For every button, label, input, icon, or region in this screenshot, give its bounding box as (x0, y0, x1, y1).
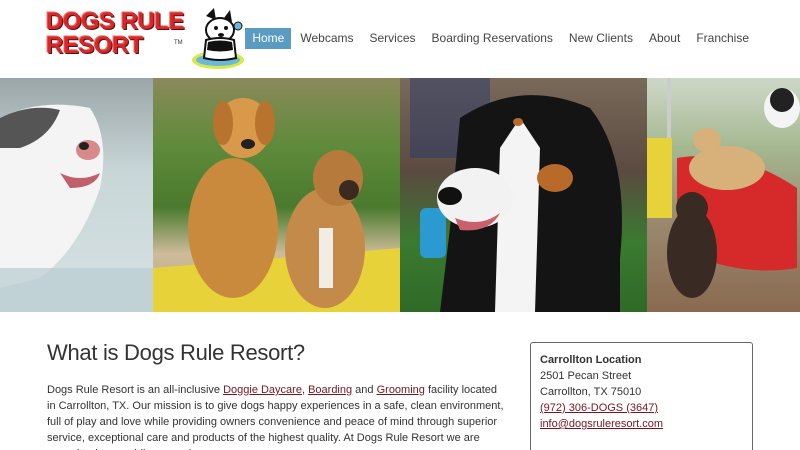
phone-link[interactable]: (972) 306-DOGS (3647) (540, 402, 658, 414)
nav-about[interactable]: About (642, 28, 687, 49)
site-logo[interactable]: DOGS RULE RESORT TM (46, 6, 246, 72)
logo-line-1: DOGS RULE (46, 8, 185, 35)
nav-franchise[interactable]: Franchise (689, 28, 756, 49)
logo-line-2: RESORT (46, 32, 144, 59)
grooming-link[interactable]: Grooming (377, 384, 425, 396)
doggie-daycare-link[interactable]: Doggie Daycare (223, 384, 302, 396)
boarding-link[interactable]: Boarding (308, 384, 352, 396)
logo-wordmark: DOGS RULE RESORT (46, 10, 186, 58)
intro-text-1: Dogs Rule Resort is an all-inclusive (47, 384, 224, 396)
nav-new-clients[interactable]: New Clients (562, 28, 640, 49)
nav-webcams[interactable]: Webcams (293, 28, 360, 49)
email-link[interactable]: info@dogsruleresort.com (540, 418, 663, 430)
intro-text-3: and (352, 384, 377, 396)
location-title: Carrollton Location (540, 354, 642, 366)
photo-golden-retriever-and-boxer (153, 78, 400, 312)
hero-photo-strip (0, 78, 800, 312)
intro-paragraph: Dogs Rule Resort is an all-inclusive Dog… (47, 382, 507, 450)
page-title: What is Dogs Rule Resort? (47, 340, 305, 365)
nav-boarding-reservations[interactable]: Boarding Reservations (425, 28, 560, 49)
photo-bernese-mountain-dog (400, 78, 647, 312)
nav-home[interactable]: Home (245, 28, 292, 49)
photo-dog-in-pool (0, 78, 153, 312)
location-box: Carrollton Location 2501 Pecan Street Ca… (530, 342, 753, 450)
dog-mascot-icon (192, 8, 244, 69)
photo-dogs-on-play-equipment (647, 78, 800, 312)
nav-services[interactable]: Services (363, 28, 423, 49)
site-header: DOGS RULE RESORT TM Home Webcams Service… (0, 0, 800, 78)
location-street: 2501 Pecan Street (540, 370, 632, 382)
location-city: Carrollton, TX 75010 (540, 386, 642, 398)
main-nav: Home Webcams Services Boarding Reservati… (243, 28, 756, 49)
